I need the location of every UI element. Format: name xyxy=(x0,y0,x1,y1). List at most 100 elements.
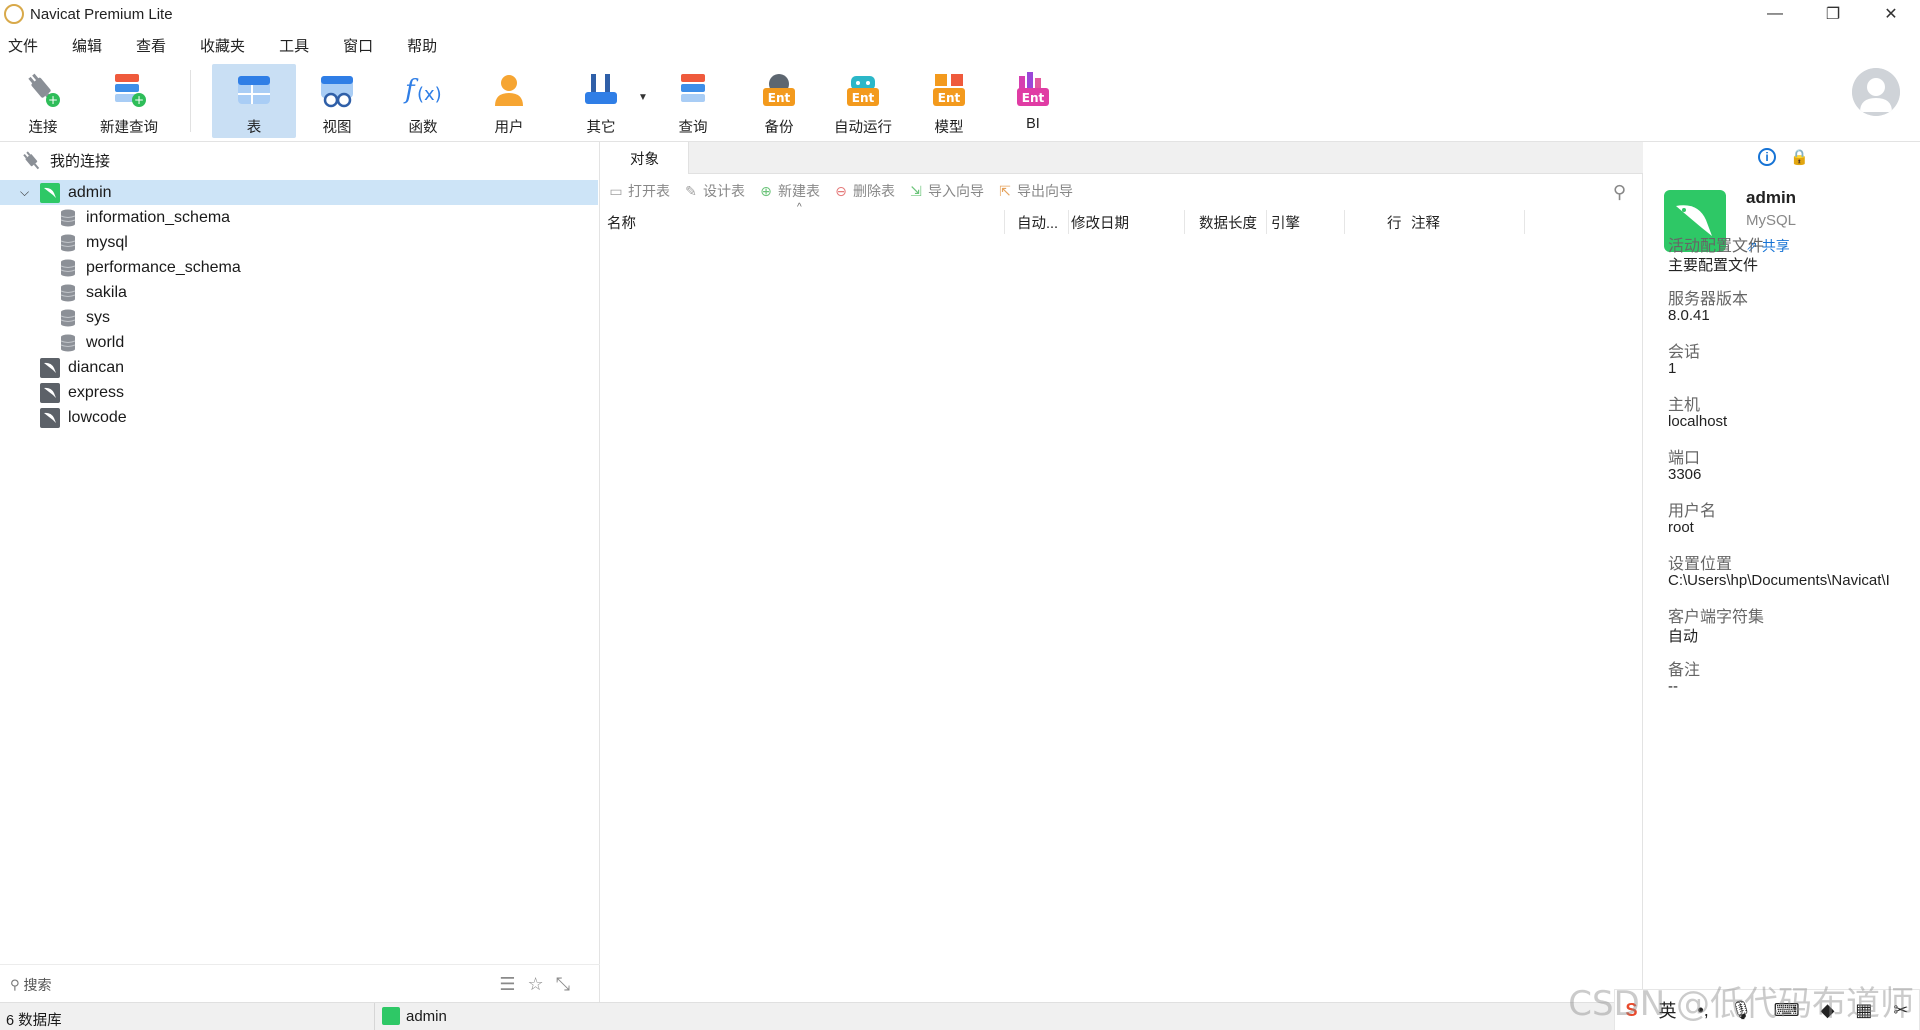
plug-icon xyxy=(23,150,40,169)
chevron-down-icon[interactable]: ⌵ xyxy=(20,185,34,200)
backup-button[interactable]: Ent 备份 xyxy=(748,64,810,138)
export-wizard-button[interactable]: ⇱ 导出向导 xyxy=(996,181,1073,201)
backup-icon: Ent xyxy=(757,68,801,112)
column-header-data-length[interactable]: 数据长度 xyxy=(1193,210,1267,234)
info-connection-type: MySQL xyxy=(1746,212,1797,229)
column-header-comment[interactable]: 注释 xyxy=(1405,210,1525,234)
import-wizard-button[interactable]: ⇲ 导入向导 xyxy=(907,181,984,201)
navigator-search-input[interactable]: 搜索 xyxy=(24,975,52,995)
pencil-icon: ✎ xyxy=(685,182,697,199)
menu-favorites[interactable]: 收藏夹 xyxy=(192,35,253,56)
restore-button[interactable]: ❐ xyxy=(1804,0,1862,28)
function-button[interactable]: f (x) 函数 xyxy=(392,64,454,138)
tools-icon xyxy=(579,68,623,112)
other-dropdown-chevron-icon[interactable]: ▼ xyxy=(638,92,648,103)
column-header-auto[interactable]: 自动... xyxy=(1011,210,1069,234)
tree-connection-admin[interactable]: ⌵ admin xyxy=(0,180,598,205)
table-button[interactable]: 表 xyxy=(212,64,296,138)
my-connections-header[interactable]: 我的连接 xyxy=(22,150,110,171)
column-header-name[interactable]: 名称 xyxy=(601,210,1005,234)
tree-database[interactable]: sakila xyxy=(0,280,598,305)
svg-text:+: + xyxy=(134,93,144,107)
mysql-connection-icon xyxy=(40,182,60,203)
menu-tools[interactable]: 工具 xyxy=(271,35,317,56)
tree-connection-express[interactable]: express xyxy=(0,380,598,405)
star-icon[interactable]: ☆ xyxy=(527,974,543,995)
info-pane: i 🔒 admin MySQL ⇗ 共享 活动配置文件 主要配置文件 服务器版本… xyxy=(1644,142,1920,1002)
info-label: 客户端字符集 xyxy=(1668,609,1765,626)
column-header-modified[interactable]: 修改日期 xyxy=(1065,210,1185,234)
navigation-pane: 我的连接 ⌵ admin information_schema mysql pe… xyxy=(0,142,600,1002)
tree-database[interactable]: world xyxy=(0,330,598,355)
new-table-button[interactable]: ⊕ 新建表 xyxy=(757,181,820,201)
query-button[interactable]: 查询 xyxy=(662,64,724,138)
menu-help[interactable]: 帮助 xyxy=(399,35,445,56)
info-label: 设置位置 xyxy=(1668,556,1733,573)
user-button[interactable]: 用户 xyxy=(478,64,540,138)
open-table-button[interactable]: ▭ 打开表 xyxy=(607,181,670,201)
menu-bar: 文件 编辑 查看 收藏夹 工具 窗口 帮助 xyxy=(0,32,463,58)
info-value: 8.0.41 xyxy=(1668,307,1710,324)
user-icon xyxy=(487,68,531,112)
delete-table-button[interactable]: ⊖ 删除表 xyxy=(832,181,895,201)
bi-button[interactable]: Ent BI xyxy=(1002,64,1064,138)
bi-chart-icon: Ent xyxy=(1011,68,1055,112)
mysql-connection-icon xyxy=(382,1007,400,1025)
model-button[interactable]: Ent 模型 xyxy=(918,64,980,138)
collapse-icon[interactable]: ⤡ xyxy=(556,974,570,995)
info-label: 服务器版本 xyxy=(1668,291,1749,308)
column-header-rows[interactable]: 行 xyxy=(1381,210,1405,234)
tree-connection-diancan[interactable]: diancan xyxy=(0,355,598,380)
connect-button[interactable]: + 连接 xyxy=(12,64,74,138)
database-icon xyxy=(60,309,76,326)
import-icon: ⇲ xyxy=(910,182,922,199)
column-header-engine[interactable]: 引擎 xyxy=(1265,210,1345,234)
search-icon[interactable]: ⚲ xyxy=(1613,182,1626,203)
database-icon xyxy=(60,334,76,351)
info-value: 1 xyxy=(1668,360,1677,377)
info-value: -- xyxy=(1668,678,1678,695)
design-table-button[interactable]: ✎ 设计表 xyxy=(682,181,745,201)
close-button[interactable]: ✕ xyxy=(1862,0,1920,28)
info-value: C:\Users\hp\Documents\Navicat\I xyxy=(1668,572,1890,589)
svg-text:+: + xyxy=(48,93,58,107)
ddl-lock-icon[interactable]: 🔒 xyxy=(1790,148,1809,166)
filter-icon[interactable]: ☰ xyxy=(499,974,515,995)
menu-view[interactable]: 查看 xyxy=(128,35,174,56)
info-label: 主机 xyxy=(1668,397,1701,414)
minimize-button[interactable]: — xyxy=(1746,0,1804,28)
menu-edit[interactable]: 编辑 xyxy=(64,35,110,56)
tab-bar: 对象 xyxy=(601,142,1643,174)
tree-database[interactable]: performance_schema xyxy=(0,255,598,280)
svg-text:(x): (x) xyxy=(417,84,442,105)
tab-objects[interactable]: 对象 xyxy=(601,142,689,174)
model-icon: Ent xyxy=(927,68,971,112)
database-icon xyxy=(60,234,76,251)
user-avatar[interactable] xyxy=(1852,68,1900,116)
info-label: 活动配置文件 xyxy=(1668,238,1765,255)
toolbar-separator xyxy=(190,70,191,132)
info-label: 端口 xyxy=(1668,450,1701,467)
menu-window[interactable]: 窗口 xyxy=(335,35,381,56)
tree-database[interactable]: information_schema xyxy=(0,205,598,230)
open-table-icon: ▭ xyxy=(609,182,623,199)
svg-text:Ent: Ent xyxy=(938,91,961,105)
tree-database[interactable]: sys xyxy=(0,305,598,330)
navigator-search-bar: ⚲ 搜索 ☰ ☆ ⤡ xyxy=(0,964,600,1004)
menu-file[interactable]: 文件 xyxy=(0,35,46,56)
other-button[interactable]: 其它 xyxy=(570,64,632,138)
query-icon xyxy=(671,68,715,112)
minus-circle-icon: ⊖ xyxy=(835,182,847,199)
svg-text:Ent: Ent xyxy=(768,91,791,105)
info-value: 自动 xyxy=(1668,628,1699,645)
svg-text:Ent: Ent xyxy=(1022,91,1045,105)
tree-connection-lowcode[interactable]: lowcode xyxy=(0,405,598,430)
info-icon[interactable]: i xyxy=(1758,148,1776,166)
view-button[interactable]: 视图 xyxy=(306,64,368,138)
automation-button[interactable]: Ent 自动运行 xyxy=(828,64,898,138)
tree-database[interactable]: mysql xyxy=(0,230,598,255)
mysql-connection-inactive-icon xyxy=(40,407,60,428)
plus-circle-icon: ⊕ xyxy=(760,182,772,199)
window-title: Navicat Premium Lite xyxy=(30,5,173,23)
new-query-button[interactable]: + 新建查询 xyxy=(92,64,166,138)
